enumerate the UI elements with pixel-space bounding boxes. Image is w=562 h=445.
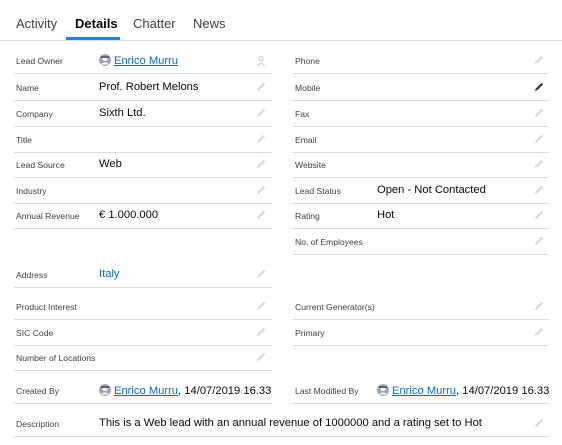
field-label: Rating [295, 211, 320, 221]
edit-pencil-icon[interactable] [255, 133, 267, 145]
edit-pencil-icon-active[interactable] [533, 81, 545, 93]
field-company: Company Sixth Ltd. [14, 100, 272, 127]
field-value: This is a Web lead with an annual revenu… [99, 417, 482, 429]
edit-pencil-icon[interactable] [533, 209, 545, 221]
field-last-modified-by: Last Modified By Enrico Murru, 14/07/201… [293, 377, 549, 404]
edit-pencil-icon[interactable] [255, 351, 267, 363]
field-value: Enrico Murru, 14/07/2019 16.33 [99, 384, 271, 397]
field-industry: Industry [14, 177, 272, 204]
field-label: Fax [295, 109, 310, 119]
field-sic-code: SIC Code [14, 319, 272, 346]
edit-pencil-icon[interactable] [533, 133, 545, 145]
address-link[interactable]: Italy [99, 268, 120, 280]
field-label: Description [16, 419, 59, 429]
field-email: Email [293, 126, 549, 153]
edit-pencil-icon[interactable] [533, 417, 545, 429]
field-phone: Phone [293, 47, 549, 74]
edit-pencil-icon[interactable] [255, 81, 267, 93]
tab-chatter[interactable]: Chatter [133, 16, 176, 31]
edit-pencil-icon[interactable] [255, 209, 267, 221]
user-avatar-icon [99, 54, 111, 66]
field-label: Company [16, 109, 53, 119]
field-current-generators: Current Generator(s) [293, 293, 549, 320]
field-label: Mobile [295, 83, 321, 93]
field-label: Annual Revenue [16, 211, 80, 221]
field-title: Title [14, 126, 272, 153]
edit-pencil-icon[interactable] [533, 235, 545, 247]
field-label: Name [16, 83, 39, 93]
edit-pencil-icon[interactable] [255, 268, 267, 280]
tab-news[interactable]: News [193, 16, 226, 31]
edit-pencil-icon[interactable] [255, 184, 267, 196]
user-avatar-icon [377, 384, 389, 396]
field-lead-owner: Lead Owner Enrico Murru [14, 47, 272, 74]
field-label: Title [16, 135, 32, 145]
field-number-of-locations: Number of Locations [14, 344, 272, 371]
field-label: No. of Employees [295, 237, 363, 247]
field-value: Enrico Murru [99, 54, 178, 67]
edit-pencil-icon[interactable] [533, 326, 545, 338]
field-fax: Fax [293, 100, 549, 127]
last-modified-by-user-link[interactable]: Enrico Murru [392, 385, 456, 397]
field-value: € 1.000.000 [99, 209, 159, 221]
field-value: Prof. Robert Melons [99, 81, 199, 93]
tab-bar: Activity Details Chatter News [0, 0, 562, 41]
field-value: Open - Not Contacted [377, 184, 486, 196]
field-label: Product Interest [16, 302, 77, 312]
edit-pencil-icon[interactable] [255, 326, 267, 338]
edit-pencil-icon[interactable] [533, 158, 545, 170]
field-address: Address Italy [14, 261, 272, 288]
edit-pencil-icon[interactable] [533, 107, 545, 119]
last-modified-date: , 14/07/2019 16.33 [456, 385, 550, 397]
field-label: Lead Status [295, 186, 341, 196]
tab-details[interactable]: Details [75, 16, 118, 31]
field-label: Email [295, 135, 317, 145]
field-value: Sixth Ltd. [99, 107, 146, 119]
field-name: Name Prof. Robert Melons [14, 74, 272, 101]
created-date: , 14/07/2019 16.33 [178, 385, 272, 397]
field-label: Current Generator(s) [295, 302, 375, 312]
field-primary: Primary [293, 319, 549, 346]
field-label: Address [16, 270, 48, 280]
field-lead-status: Lead Status Open - Not Contacted [293, 177, 549, 204]
field-label: Lead Owner [16, 56, 63, 66]
user-avatar-icon [99, 384, 111, 396]
edit-pencil-icon[interactable] [255, 107, 267, 119]
field-value: Web [99, 158, 122, 170]
tab-activity[interactable]: Activity [16, 16, 57, 31]
field-label: Number of Locations [16, 353, 96, 363]
field-value: Enrico Murru, 14/07/2019 16.33 [377, 384, 549, 397]
field-lead-source: Lead Source Web [14, 151, 272, 178]
field-value: Hot [377, 209, 395, 221]
field-label: Industry [16, 186, 47, 196]
field-label: SIC Code [16, 328, 54, 338]
field-mobile: Mobile [293, 74, 549, 101]
lead-owner-link[interactable]: Enrico Murru [114, 55, 178, 67]
field-label: Created By [16, 386, 59, 396]
field-description: Description This is a Web lead with an a… [14, 410, 549, 437]
field-label: Primary [295, 328, 325, 338]
field-product-interest: Product Interest [14, 293, 272, 320]
edit-pencil-icon[interactable] [255, 158, 267, 170]
edit-pencil-icon[interactable] [255, 300, 267, 312]
edit-pencil-icon[interactable] [533, 184, 545, 196]
field-no-of-employees: No. of Employees [293, 228, 549, 255]
active-tab-indicator [66, 37, 120, 40]
field-rating: Rating Hot [293, 202, 549, 229]
field-label: Last Modified By [295, 386, 359, 396]
field-label: Website [295, 160, 326, 170]
field-label: Phone [295, 56, 320, 66]
field-label: Lead Source [16, 160, 65, 170]
field-website: Website [293, 151, 549, 178]
edit-pencil-icon[interactable] [533, 54, 545, 66]
field-created-by: Created By Enrico Murru, 14/07/2019 16.3… [14, 377, 272, 404]
created-by-user-link[interactable]: Enrico Murru [114, 385, 178, 397]
field-annual-revenue: Annual Revenue € 1.000.000 [14, 202, 272, 229]
change-owner-icon[interactable] [255, 54, 267, 67]
edit-pencil-icon[interactable] [533, 300, 545, 312]
